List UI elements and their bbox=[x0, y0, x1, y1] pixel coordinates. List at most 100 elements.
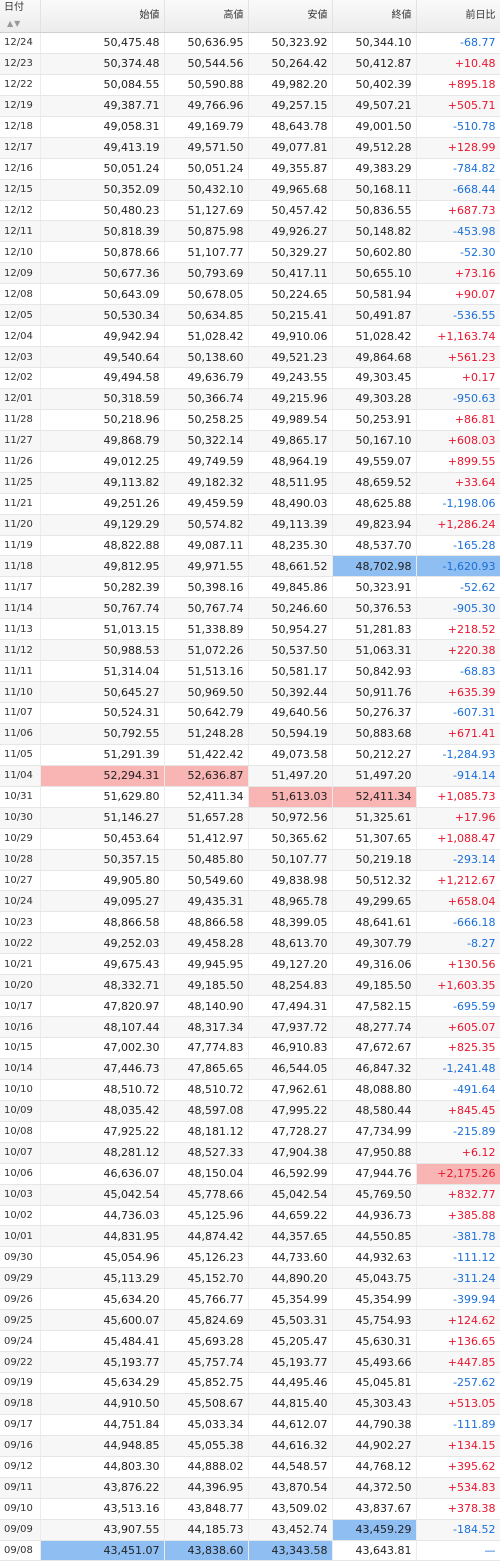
cell-open: 52,294.31 bbox=[40, 765, 165, 787]
table-row: 10/03 45,042.54 45,778.66 45,042.54 45,769.5… bbox=[0, 1184, 500, 1206]
cell-date: 11/27 bbox=[0, 430, 41, 452]
table-row: 12/02 49,494.58 49,636.79 49,243.55 49,303.4… bbox=[0, 367, 500, 389]
table-row: 12/16 50,051.24 50,051.24 49,355.87 49,383.2… bbox=[0, 158, 500, 180]
cell-open: 50,767.74 bbox=[40, 597, 165, 620]
cell-date: 10/10 bbox=[0, 1079, 41, 1101]
cell-change: +378.38 bbox=[416, 1498, 500, 1520]
table-row: 09/16 44,948.85 45,055.38 44,616.32 44,902.2… bbox=[0, 1435, 500, 1457]
table-row: 09/09 43,907.55 44,185.73 43,452.74 43,459.2… bbox=[0, 1519, 500, 1541]
table-header: 日付 ▲▼ 始値 高値 安値 終値 前日比 bbox=[0, 0, 500, 33]
table-body: 12/24 50,475.48 50,636.95 50,323.92 50,344.1… bbox=[0, 32, 500, 1561]
sort-icon[interactable]: ▲▼ bbox=[7, 19, 21, 28]
table-row: 10/06 46,636.07 48,150.04 46,592.99 47,944.7… bbox=[0, 1163, 500, 1185]
cell-high: 45,508.67 bbox=[164, 1393, 249, 1415]
column-header-change[interactable]: 前日比 bbox=[416, 0, 500, 33]
cell-change: -1,284.93 bbox=[416, 744, 500, 766]
table-row: 11/10 50,645.27 50,969.50 50,392.44 50,911.7… bbox=[0, 681, 500, 703]
cell-low: 46,592.99 bbox=[248, 1163, 333, 1185]
cell-open: 49,942.94 bbox=[40, 325, 165, 348]
cell-high: 52,636.87 bbox=[164, 765, 249, 787]
cell-close: 49,512.28 bbox=[332, 137, 417, 159]
cell-low: 43,509.02 bbox=[248, 1498, 333, 1520]
cell-high: 51,338.89 bbox=[164, 618, 249, 641]
table-row: 10/10 48,510.72 48,510.72 47,962.61 48,088.8… bbox=[0, 1079, 500, 1101]
cell-high: 49,459.59 bbox=[164, 493, 249, 515]
cell-change: -607.31 bbox=[416, 702, 500, 724]
table-row: 09/24 45,484.41 45,693.28 45,205.47 45,630.3… bbox=[0, 1330, 500, 1353]
cell-date: 11/07 bbox=[0, 702, 41, 724]
table-row: 12/11 50,818.39 50,875.98 49,926.27 50,148.8… bbox=[0, 220, 500, 243]
table-row: 12/09 50,677.36 50,793.69 50,417.11 50,655.1… bbox=[0, 262, 500, 285]
table-row: 10/16 48,107.44 48,317.34 47,937.72 48,277.7… bbox=[0, 1016, 500, 1038]
cell-close: 49,823.94 bbox=[332, 514, 417, 536]
cell-date: 11/25 bbox=[0, 472, 41, 494]
cell-date: 10/31 bbox=[0, 786, 41, 808]
cell-high: 45,055.38 bbox=[164, 1435, 249, 1457]
column-header-open[interactable]: 始値 bbox=[40, 0, 165, 33]
column-header-date[interactable]: 日付 ▲▼ bbox=[0, 0, 41, 33]
cell-date: 09/10 bbox=[0, 1498, 41, 1520]
cell-open: 49,058.31 bbox=[40, 116, 165, 138]
table-row: 09/11 43,876.22 44,396.95 43,870.54 44,372.5… bbox=[0, 1477, 500, 1499]
cell-low: 49,640.56 bbox=[248, 702, 333, 724]
cell-low: 46,544.05 bbox=[248, 1058, 333, 1080]
column-header-close[interactable]: 終値 bbox=[332, 0, 417, 33]
cell-change: -311.24 bbox=[416, 1267, 500, 1290]
cell-change: -668.44 bbox=[416, 179, 500, 201]
cell-close: 44,936.73 bbox=[332, 1205, 417, 1227]
cell-high: 50,485.80 bbox=[164, 849, 249, 871]
cell-close: 45,303.43 bbox=[332, 1393, 417, 1415]
cell-change: +832.77 bbox=[416, 1184, 500, 1206]
cell-date: 12/10 bbox=[0, 241, 41, 264]
table-row: 09/29 45,113.29 45,152.70 44,890.20 45,043.7… bbox=[0, 1267, 500, 1290]
cell-close: 50,491.87 bbox=[332, 304, 417, 327]
cell-low: 50,954.27 bbox=[248, 618, 333, 641]
cell-low: 44,733.60 bbox=[248, 1246, 333, 1269]
table-row: 10/31 51,629.80 52,411.34 51,613.03 52,411.3… bbox=[0, 786, 500, 808]
column-header-low[interactable]: 安値 bbox=[248, 0, 333, 33]
price-history-table: 日付▲▼ 始値 高値 安値 終値 前日比 12/24 50,475.48 50,63… bbox=[0, 0, 500, 1561]
cell-open: 50,352.09 bbox=[40, 179, 165, 201]
cell-open: 47,002.30 bbox=[40, 1037, 165, 1059]
cell-high: 45,033.34 bbox=[164, 1414, 249, 1436]
cell-open: 43,513.16 bbox=[40, 1498, 165, 1520]
cell-close: 48,702.98 bbox=[332, 555, 417, 578]
column-header-high[interactable]: 高値 bbox=[164, 0, 249, 33]
cell-change: +2,175.26 bbox=[416, 1163, 500, 1185]
cell-date: 09/22 bbox=[0, 1351, 41, 1373]
cell-open: 50,218.96 bbox=[40, 409, 165, 431]
cell-date: 12/04 bbox=[0, 325, 41, 348]
cell-high: 45,693.28 bbox=[164, 1330, 249, 1353]
cell-date: 09/26 bbox=[0, 1288, 41, 1311]
cell-date: 12/09 bbox=[0, 262, 41, 285]
table-row: 10/30 51,146.27 51,657.28 50,972.56 51,325.6… bbox=[0, 807, 500, 829]
cell-low: 50,417.11 bbox=[248, 262, 333, 285]
cell-high: 48,597.08 bbox=[164, 1100, 249, 1122]
cell-low: 44,890.20 bbox=[248, 1267, 333, 1290]
cell-close: 50,602.80 bbox=[332, 241, 417, 264]
cell-close: 49,864.68 bbox=[332, 346, 417, 368]
cell-close: 50,148.82 bbox=[332, 220, 417, 243]
cell-change: -68.83 bbox=[416, 660, 500, 683]
cell-open: 51,291.39 bbox=[40, 744, 165, 766]
cell-high: 52,411.34 bbox=[164, 786, 249, 808]
cell-open: 48,107.44 bbox=[40, 1016, 165, 1038]
cell-open: 44,948.85 bbox=[40, 1435, 165, 1457]
cell-change: -215.89 bbox=[416, 1121, 500, 1143]
cell-low: 48,490.03 bbox=[248, 493, 333, 515]
cell-low: 50,581.17 bbox=[248, 660, 333, 683]
cell-low: 49,113.39 bbox=[248, 514, 333, 536]
table-row: 10/21 49,675.43 49,945.95 49,127.20 49,316.0… bbox=[0, 953, 500, 976]
cell-open: 50,643.09 bbox=[40, 283, 165, 306]
cell-open: 45,042.54 bbox=[40, 1184, 165, 1206]
table-row: 12/24 50,475.48 50,636.95 50,323.92 50,344.1… bbox=[0, 32, 500, 54]
cell-open: 51,314.04 bbox=[40, 660, 165, 683]
cell-date: 09/29 bbox=[0, 1267, 41, 1290]
cell-date: 11/06 bbox=[0, 723, 41, 745]
cell-close: 50,883.68 bbox=[332, 723, 417, 745]
cell-change: +220.38 bbox=[416, 639, 500, 662]
cell-change: +128.99 bbox=[416, 137, 500, 159]
cell-date: 10/30 bbox=[0, 807, 41, 829]
cell-high: 48,140.90 bbox=[164, 995, 249, 1018]
cell-open: 43,907.55 bbox=[40, 1519, 165, 1541]
